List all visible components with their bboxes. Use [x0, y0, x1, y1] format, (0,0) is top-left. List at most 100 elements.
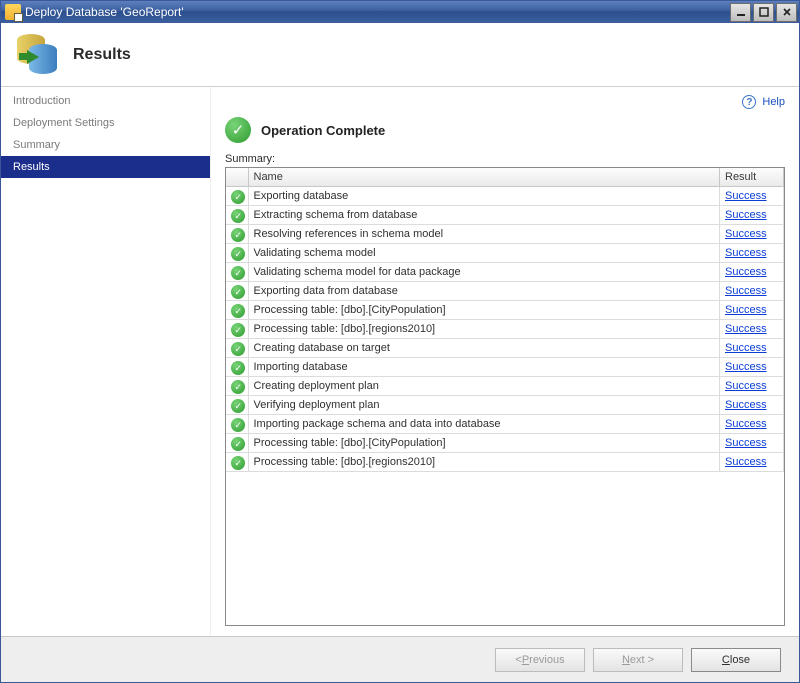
col-result[interactable]: Result	[720, 168, 784, 187]
row-name: Processing table: [dbo].[CityPopulation]	[248, 434, 720, 453]
sidebar-item-introduction[interactable]: Introduction	[1, 90, 210, 112]
help-row: ? Help	[225, 95, 785, 117]
table-row[interactable]: ✓Creating database on targetSuccess	[226, 339, 784, 358]
row-result: Success	[720, 396, 784, 415]
row-name: Validating schema model for data package	[248, 263, 720, 282]
table-row[interactable]: ✓Processing table: [dbo].[CityPopulation…	[226, 434, 784, 453]
row-status-icon: ✓	[226, 377, 248, 396]
row-status-icon: ✓	[226, 187, 248, 206]
table-row[interactable]: ✓Verifying deployment plan Success	[226, 396, 784, 415]
window-buttons	[730, 3, 797, 22]
row-result: Success	[720, 301, 784, 320]
result-link[interactable]: Success	[725, 418, 767, 430]
result-link[interactable]: Success	[725, 342, 767, 354]
row-name: Creating deployment plan	[248, 377, 720, 396]
wizard-body: IntroductionDeployment SettingsSummaryRe…	[1, 87, 799, 636]
row-status-icon: ✓	[226, 434, 248, 453]
result-link[interactable]: Success	[725, 304, 767, 316]
result-link[interactable]: Success	[725, 456, 767, 468]
table-row[interactable]: ✓Importing database Success	[226, 358, 784, 377]
maximize-button[interactable]	[753, 3, 774, 22]
row-name: Resolving references in schema model	[248, 225, 720, 244]
sidebar-item-deployment-settings[interactable]: Deployment Settings	[1, 112, 210, 134]
result-link[interactable]: Success	[725, 228, 767, 240]
result-link[interactable]: Success	[725, 399, 767, 411]
help-link[interactable]: Help	[762, 96, 785, 108]
row-status-icon: ✓	[226, 225, 248, 244]
page-title: Results	[73, 46, 131, 64]
row-name: Processing table: [dbo].[regions2010]	[248, 320, 720, 339]
row-name: Validating schema model	[248, 244, 720, 263]
row-result: Success	[720, 339, 784, 358]
table-row[interactable]: ✓Processing table: [dbo].[regions2010]Su…	[226, 453, 784, 472]
row-name: Creating database on target	[248, 339, 720, 358]
summary-label: Summary:	[225, 153, 785, 165]
row-result: Success	[720, 377, 784, 396]
app-icon	[5, 4, 21, 20]
operation-status-text: Operation Complete	[261, 123, 385, 138]
operation-status-row: ✓ Operation Complete	[225, 117, 785, 143]
row-result: Success	[720, 415, 784, 434]
result-link[interactable]: Success	[725, 247, 767, 259]
wizard-footer: < Previous Next > Close	[1, 636, 799, 682]
col-name[interactable]: Name	[248, 168, 720, 187]
result-link[interactable]: Success	[725, 209, 767, 221]
wizard-window: Deploy Database 'GeoReport' Results Intr…	[0, 0, 800, 683]
row-result: Success	[720, 320, 784, 339]
table-row[interactable]: ✓Validating schema model Success	[226, 244, 784, 263]
check-icon: ✓	[231, 247, 245, 261]
check-icon: ✓	[231, 399, 245, 413]
row-status-icon: ✓	[226, 282, 248, 301]
table-row[interactable]: ✓Importing package schema and data into …	[226, 415, 784, 434]
row-name: Exporting data from database	[248, 282, 720, 301]
table-row[interactable]: ✓Processing table: [dbo].[CityPopulation…	[226, 301, 784, 320]
result-link[interactable]: Success	[725, 361, 767, 373]
table-row[interactable]: ✓Processing table: [dbo].[regions2010]Su…	[226, 320, 784, 339]
check-icon: ✓	[231, 418, 245, 432]
check-icon: ✓	[231, 304, 245, 318]
close-wizard-button[interactable]: Close	[691, 648, 781, 672]
check-icon: ✓	[231, 380, 245, 394]
row-name: Importing database	[248, 358, 720, 377]
check-icon: ✓	[231, 456, 245, 470]
table-row[interactable]: ✓Creating deployment plan Success	[226, 377, 784, 396]
table-row[interactable]: ✓Extracting schema from database Success	[226, 206, 784, 225]
row-status-icon: ✓	[226, 358, 248, 377]
row-status-icon: ✓	[226, 263, 248, 282]
col-status-icon[interactable]	[226, 168, 248, 187]
row-name: Extracting schema from database	[248, 206, 720, 225]
result-link[interactable]: Success	[725, 285, 767, 297]
result-link[interactable]: Success	[725, 266, 767, 278]
deploy-database-icon	[15, 32, 61, 78]
wizard-header: Results	[1, 23, 799, 87]
table-row[interactable]: ✓Exporting database Success	[226, 187, 784, 206]
table-row[interactable]: ✓Resolving references in schema model Suc…	[226, 225, 784, 244]
check-icon: ✓	[231, 437, 245, 451]
table-row[interactable]: ✓Exporting data from database Success	[226, 282, 784, 301]
main-pane: ? Help ✓ Operation Complete Summary: Nam…	[211, 87, 799, 636]
result-link[interactable]: Success	[725, 323, 767, 335]
row-name: Exporting database	[248, 187, 720, 206]
previous-button: < Previous	[495, 648, 585, 672]
table-row[interactable]: ✓Validating schema model for data packag…	[226, 263, 784, 282]
row-result: Success	[720, 434, 784, 453]
row-name: Verifying deployment plan	[248, 396, 720, 415]
row-name: Processing table: [dbo].[CityPopulation]	[248, 301, 720, 320]
row-status-icon: ✓	[226, 453, 248, 472]
close-button[interactable]	[776, 3, 797, 22]
row-status-icon: ✓	[226, 415, 248, 434]
row-result: Success	[720, 358, 784, 377]
minimize-button[interactable]	[730, 3, 751, 22]
sidebar-item-results[interactable]: Results	[1, 156, 210, 178]
row-status-icon: ✓	[226, 206, 248, 225]
result-link[interactable]: Success	[725, 437, 767, 449]
row-name: Importing package schema and data into d…	[248, 415, 720, 434]
result-link[interactable]: Success	[725, 190, 767, 202]
row-status-icon: ✓	[226, 396, 248, 415]
summary-grid-body: ✓Exporting databaseSuccess✓Extracting sc…	[226, 187, 784, 472]
summary-grid-container: Name Result ✓Exporting databaseSuccess✓E…	[225, 167, 785, 626]
row-status-icon: ✓	[226, 301, 248, 320]
sidebar-item-summary[interactable]: Summary	[1, 134, 210, 156]
check-icon: ✓	[231, 228, 245, 242]
result-link[interactable]: Success	[725, 380, 767, 392]
